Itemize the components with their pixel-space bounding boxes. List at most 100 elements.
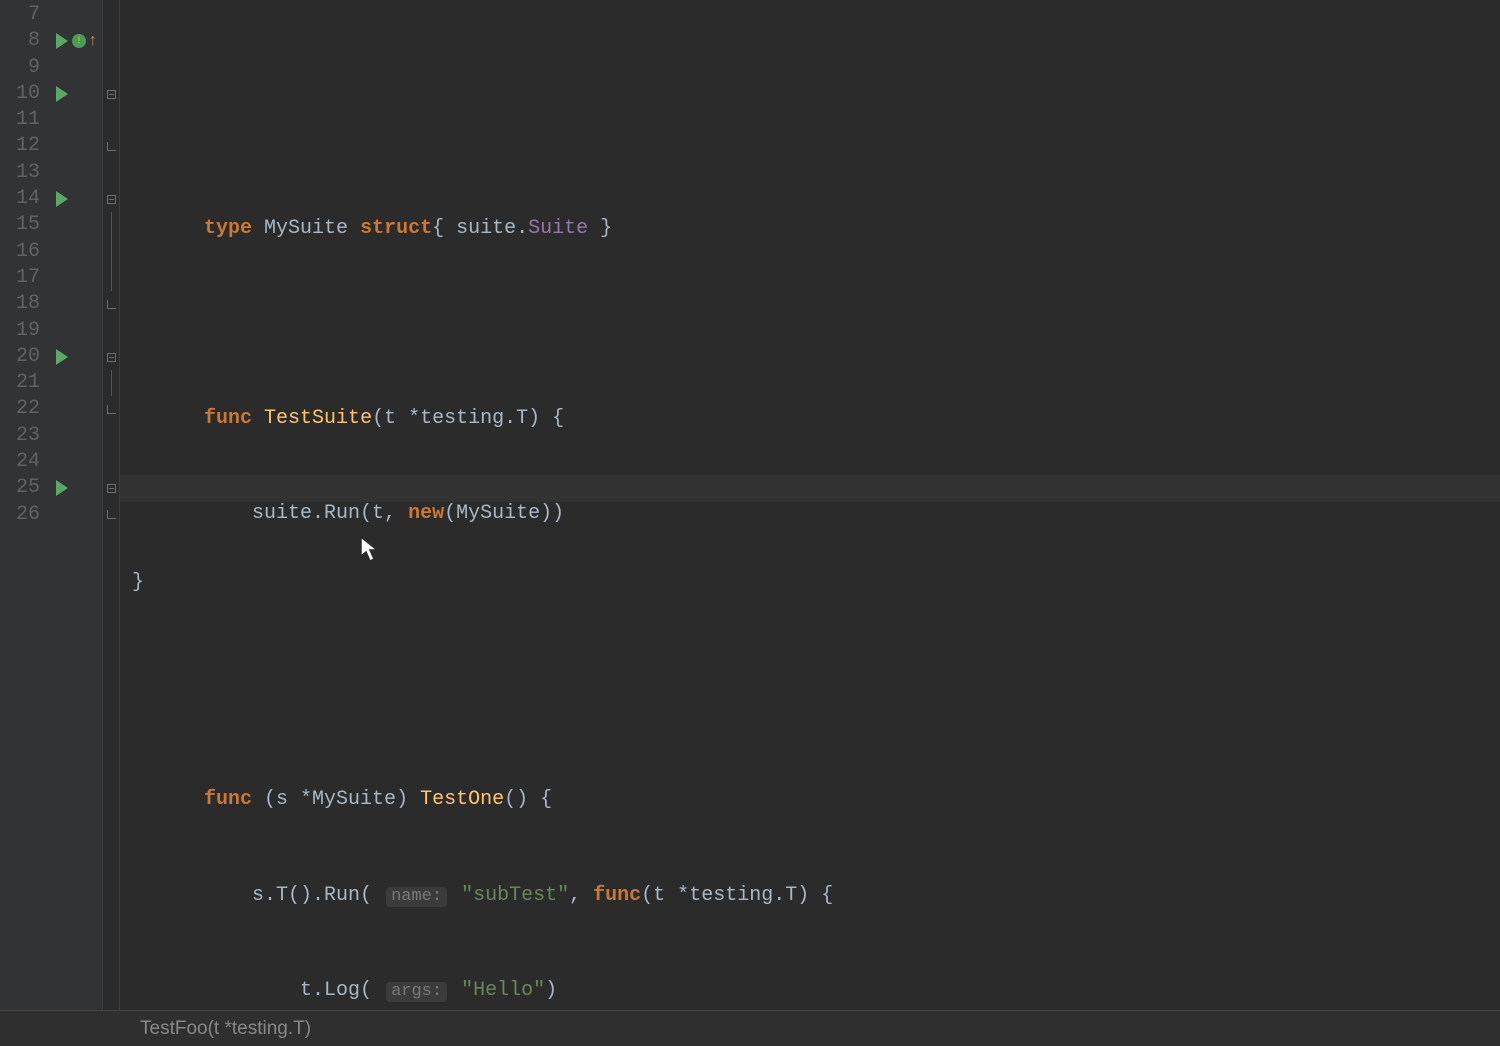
fold-toggle-icon[interactable]: [107, 195, 116, 204]
code-line[interactable]: [132, 285, 1500, 311]
punct: .: [504, 407, 516, 430]
func-name: TestOne: [420, 788, 504, 811]
inlay-hint: name:: [386, 887, 447, 907]
punct: ): [396, 788, 420, 811]
line-number: 25: [0, 475, 40, 501]
gutter-cell: [50, 370, 102, 396]
fold-end-icon: [107, 405, 116, 414]
punct: }: [600, 217, 612, 240]
line-number: 21: [0, 370, 40, 396]
code-line[interactable]: s.T().Run( name: "subTest", func(t *test…: [132, 856, 1500, 882]
code-line[interactable]: }: [132, 570, 1500, 596]
line-number: 8: [0, 28, 40, 54]
line-number: 18: [0, 291, 40, 317]
fold-cell: [103, 265, 119, 291]
fold-cell: [103, 133, 119, 159]
string: "subTest": [461, 884, 569, 907]
ident: suite.: [456, 217, 528, 240]
gutter-cell: !↑: [50, 28, 102, 54]
indent: [204, 979, 300, 1002]
line-number: 15: [0, 212, 40, 238]
fold-cell: [103, 396, 119, 422]
code-line[interactable]: suite.Run(t, new(MySuite)): [132, 475, 1500, 501]
fold-cell: [103, 160, 119, 186]
ident: Suite: [528, 217, 588, 240]
fold-cell: [103, 502, 119, 528]
punct: .: [773, 884, 785, 907]
line-number: 14: [0, 186, 40, 212]
run-test-icon[interactable]: [56, 349, 68, 365]
indent: [204, 502, 252, 525]
gutter-cell: [50, 81, 102, 107]
punct: ): [545, 979, 557, 1002]
line-number: 23: [0, 423, 40, 449]
fold-cell: [103, 55, 119, 81]
code-line[interactable]: type MySuite struct{ suite.Suite }: [132, 189, 1500, 215]
status-badge-icon[interactable]: !: [72, 34, 86, 48]
ident: MySuite: [312, 788, 396, 811]
fold-toggle-icon[interactable]: [107, 353, 116, 362]
gutter-cell: [50, 186, 102, 212]
fold-cell: [103, 186, 119, 212]
line-number: 26: [0, 502, 40, 528]
line-number: 16: [0, 239, 40, 265]
gutter-cell: [50, 265, 102, 291]
ident: testing: [689, 884, 773, 907]
keyword: func: [204, 407, 252, 430]
code-line[interactable]: [132, 666, 1500, 692]
keyword: func: [593, 884, 641, 907]
fold-cell: [103, 81, 119, 107]
ident: t.Log(: [300, 979, 372, 1002]
fold-cell: [103, 449, 119, 475]
inlay-hint: args:: [386, 982, 447, 1002]
line-number: 11: [0, 107, 40, 133]
run-test-icon[interactable]: [56, 191, 68, 207]
fold-toggle-icon[interactable]: [107, 90, 116, 99]
line-number: 9: [0, 55, 40, 81]
ident: T: [516, 407, 528, 430]
code-line[interactable]: func (s *MySuite) TestOne() {: [132, 761, 1500, 787]
punct: ) {: [528, 407, 564, 430]
keyword: new: [408, 502, 444, 525]
code-line[interactable]: func TestSuite(t *testing.T) {: [132, 380, 1500, 406]
run-test-icon[interactable]: [56, 480, 68, 496]
up-arrow-icon[interactable]: ↑: [88, 32, 98, 50]
gutter-cell: [50, 318, 102, 344]
ident: s.T().Run(: [252, 884, 372, 907]
fold-cell: [103, 370, 119, 396]
line-number: 17: [0, 265, 40, 291]
code-area[interactable]: type MySuite struct{ suite.Suite } func …: [120, 0, 1500, 1010]
line-number: 19: [0, 318, 40, 344]
fold-cell: [103, 423, 119, 449]
fold-cell: [103, 2, 119, 28]
gutter-cell: [50, 239, 102, 265]
run-test-icon[interactable]: [56, 86, 68, 102]
punct: {: [432, 217, 444, 240]
gutter-cell: [50, 133, 102, 159]
fold-column: [102, 0, 120, 1010]
fold-cell: [103, 344, 119, 370]
line-number: 24: [0, 449, 40, 475]
fold-cell: [103, 107, 119, 133]
code-line[interactable]: [132, 94, 1500, 120]
fold-guide-icon: [111, 265, 112, 291]
punct: (t *: [372, 407, 420, 430]
line-number-gutter: 7891011121314151617181920212223242526: [0, 0, 50, 1010]
fold-toggle-icon[interactable]: [107, 484, 116, 493]
line-number: 7: [0, 2, 40, 28]
line-number: 22: [0, 396, 40, 422]
gutter-cell: [50, 344, 102, 370]
gutter-cell: [50, 212, 102, 238]
fold-cell: [103, 475, 119, 501]
punct: (t *: [641, 884, 689, 907]
code-line[interactable]: t.Log( args: "Hello"): [132, 952, 1500, 978]
fold-cell: [103, 28, 119, 54]
fold-cell: [103, 318, 119, 344]
run-test-icon[interactable]: [56, 33, 68, 49]
punct: }: [132, 571, 144, 594]
gutter-cell: [50, 475, 102, 501]
gutter-cell: [50, 396, 102, 422]
line-number: 12: [0, 133, 40, 159]
code-editor[interactable]: 7891011121314151617181920212223242526 !↑…: [0, 0, 1500, 1010]
gutter-cell: [50, 55, 102, 81]
